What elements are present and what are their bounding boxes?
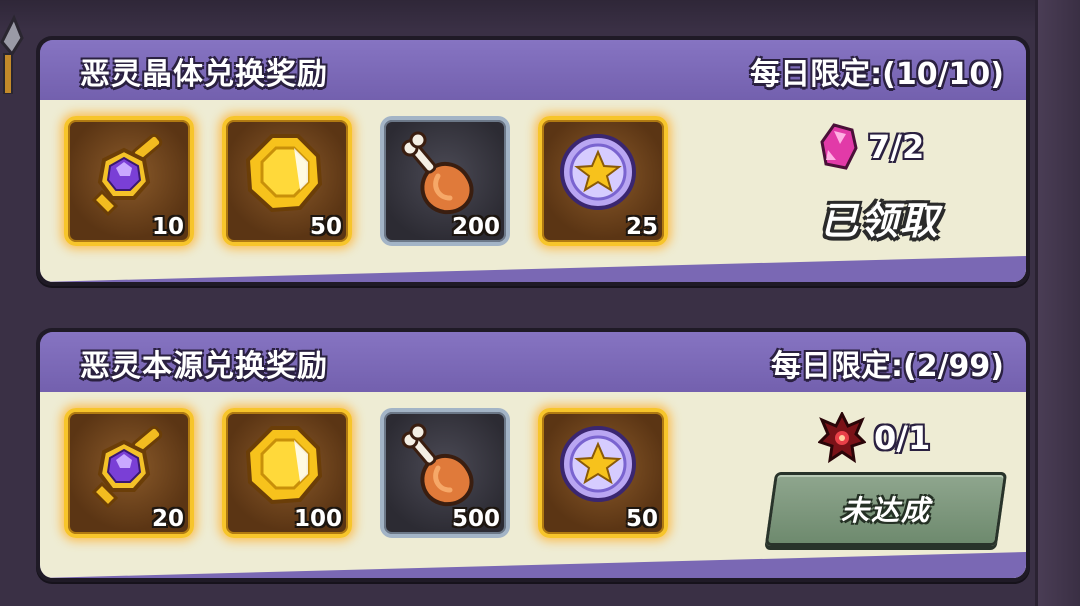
reward-item-star-coin[interactable]: 25	[538, 116, 668, 246]
reward-qty: 50	[309, 214, 342, 240]
amulet-icon	[91, 425, 163, 509]
reward-qty: 25	[625, 214, 658, 240]
star-coin-icon	[560, 426, 636, 502]
gold-coin-icon	[245, 426, 323, 505]
card-title: 恶灵本源兑换奖励	[80, 349, 328, 384]
card-header: 恶灵本源兑换奖励 每日限定:(2/99)	[40, 332, 1026, 392]
reward-qty: 500	[451, 506, 500, 532]
meat-drumstick-icon	[401, 423, 474, 507]
exchange-cost: 7/2	[818, 122, 924, 172]
star-coin-icon	[560, 134, 636, 210]
gold-coin-icon	[245, 134, 323, 213]
reward-qty: 100	[293, 506, 342, 532]
right-frame	[1035, 0, 1080, 606]
reward-qty: 50	[625, 506, 658, 532]
claimed-status: 已领取	[820, 199, 941, 243]
reward-item-gold-coin[interactable]: 100	[222, 408, 352, 538]
reward-item-star-coin[interactable]: 50	[538, 408, 668, 538]
reward-item-meat[interactable]: 200	[380, 116, 510, 246]
cost-count: 7/2	[868, 128, 925, 166]
reward-item-gold-coin[interactable]: 50	[222, 116, 352, 246]
card-header: 恶灵晶体兑换奖励 每日限定:(10/10)	[40, 40, 1026, 100]
reward-item-amulet[interactable]: 20	[64, 408, 194, 538]
card-title: 恶灵晶体兑换奖励	[80, 57, 328, 92]
pink-crystal-icon	[820, 123, 858, 170]
reward-qty: 200	[451, 214, 500, 240]
exchange-cost: 0/1	[818, 412, 930, 464]
cost-count: 0/1	[874, 419, 931, 457]
top-frame	[0, 0, 1040, 30]
daily-limit: 每日限定:(2/99)	[771, 349, 1004, 384]
spear-icon	[0, 14, 24, 94]
meat-drumstick-icon	[401, 131, 474, 215]
reward-card-origin: 恶灵本源兑换奖励 每日限定:(2/99) 20 100 500 50 0/1 未…	[36, 328, 1030, 582]
reward-qty: 10	[151, 214, 184, 240]
daily-limit: 每日限定:(10/10)	[750, 57, 1004, 92]
dark-origin-icon	[818, 412, 866, 464]
amulet-icon	[91, 133, 163, 217]
button-label: 未达成	[840, 494, 931, 527]
reward-item-amulet[interactable]: 10	[64, 116, 194, 246]
reward-card-crystal: 恶灵晶体兑换奖励 每日限定:(10/10) 10 50 200 25 7/2 已…	[36, 36, 1030, 286]
reward-item-meat[interactable]: 500	[380, 408, 510, 538]
reward-qty: 20	[151, 506, 184, 532]
not-achieved-button[interactable]: 未达成	[764, 472, 1008, 546]
